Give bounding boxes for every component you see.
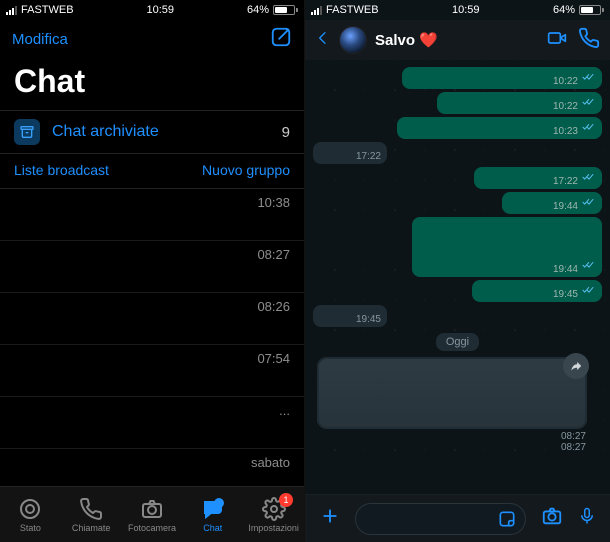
message-time: 19:45 — [356, 314, 381, 325]
forward-icon[interactable] — [563, 353, 589, 379]
signal-icon — [6, 6, 17, 15]
archived-chats-row[interactable]: Chat archiviate 9 — [0, 110, 304, 154]
back-icon[interactable] — [315, 27, 331, 54]
tab-chat[interactable]: Chat — [182, 487, 243, 542]
contact-name[interactable]: Salvo ❤️ — [375, 31, 536, 49]
nav-bar: Modifica — [0, 20, 304, 59]
page-title: Chat — [0, 59, 304, 110]
message-outgoing[interactable]: 19:44 — [313, 192, 602, 214]
chat-row[interactable]: 07:54 — [0, 345, 304, 397]
chat-row-time: 07:54 — [257, 351, 290, 366]
chat-row[interactable]: 10:38 — [0, 189, 304, 241]
signal-icon — [311, 6, 322, 15]
chat-row-time: ... — [279, 403, 290, 418]
tab-chat-label: Chat — [203, 523, 222, 533]
camera-icon[interactable] — [540, 505, 564, 532]
read-ticks-icon — [582, 169, 596, 187]
edit-button[interactable]: Modifica — [12, 31, 68, 48]
tab-camera-label: Fotocamera — [128, 523, 176, 533]
chat-row-time: 10:38 — [257, 195, 290, 210]
clock: 10:59 — [147, 4, 175, 16]
voice-call-icon[interactable] — [578, 27, 600, 54]
chat-row[interactable]: ... — [0, 397, 304, 449]
new-group-link[interactable]: Nuovo gruppo — [202, 162, 290, 178]
tab-status[interactable]: Stato — [0, 487, 61, 542]
archive-icon — [14, 119, 40, 145]
chat-list-screen: FASTWEB 10:59 64% Modifica Chat Chat arc… — [0, 0, 305, 542]
chat-row-time: sabato — [251, 455, 290, 470]
message-outgoing[interactable]: 10:22 — [313, 67, 602, 89]
message-time: 10:23 — [553, 126, 578, 137]
read-ticks-icon — [582, 194, 596, 212]
message-time: 19:44 — [553, 264, 578, 275]
read-ticks-icon — [582, 257, 596, 275]
message-area[interactable]: 10:22 10:22 10:23 17:22 17:22 19:44 19:44 19:45… — [305, 60, 610, 494]
chat-list[interactable]: 10:3808:2708:2607:54...sabatosabato — [0, 189, 304, 486]
status-bar: FASTWEB 10:59 64% — [0, 0, 304, 20]
tab-settings-label: Impostazioni — [248, 523, 299, 533]
message-outgoing[interactable]: 19:44 — [313, 217, 602, 277]
read-ticks-icon — [582, 69, 596, 87]
tab-status-label: Stato — [20, 523, 41, 533]
message-time: 08:27 — [313, 442, 602, 453]
message-incoming[interactable]: 19:45 — [313, 305, 602, 327]
message-time: 10:22 — [553, 101, 578, 112]
message-outgoing[interactable]: 10:22 — [313, 92, 602, 114]
broadcast-lists-link[interactable]: Liste broadcast — [14, 162, 109, 178]
media-message[interactable] — [317, 357, 587, 429]
message-time: 19:45 — [553, 289, 578, 300]
message-time: 17:22 — [553, 176, 578, 187]
chat-row[interactable]: 08:27 — [0, 241, 304, 293]
tab-bar: Stato Chiamate Fotocamera Chat 1 Imposta… — [0, 486, 304, 542]
read-ticks-icon — [582, 282, 596, 300]
battery-percent-label: 64% — [247, 4, 269, 16]
message-time: 19:44 — [553, 201, 578, 212]
settings-badge: 1 — [279, 493, 293, 507]
message-outgoing[interactable]: 19:45 — [313, 280, 602, 302]
chat-row[interactable]: 08:26 — [0, 293, 304, 345]
battery-icon — [579, 5, 604, 15]
avatar[interactable] — [339, 26, 367, 54]
archived-count: 9 — [282, 124, 290, 141]
read-ticks-icon — [582, 94, 596, 112]
day-label: Oggi — [436, 333, 479, 351]
sticker-icon[interactable] — [497, 504, 525, 534]
carrier-label: FASTWEB — [326, 4, 379, 16]
tab-calls-label: Chiamate — [72, 523, 111, 533]
video-call-icon[interactable] — [544, 28, 570, 53]
list-shortcuts-row: Liste broadcast Nuovo gruppo — [0, 154, 304, 189]
message-outgoing[interactable]: 10:23 — [313, 117, 602, 139]
read-ticks-icon — [582, 119, 596, 137]
attach-icon[interactable] — [319, 505, 341, 532]
status-bar: FASTWEB 10:59 64% — [305, 0, 610, 20]
tab-calls[interactable]: Chiamate — [61, 487, 122, 542]
clock: 10:59 — [452, 4, 480, 16]
conversation-header: Salvo ❤️ — [305, 20, 610, 60]
battery-percent-label: 64% — [553, 4, 575, 16]
mic-icon[interactable] — [578, 504, 596, 533]
message-time: 17:22 — [356, 151, 381, 162]
battery-icon — [273, 5, 298, 15]
message-input[interactable] — [355, 503, 526, 535]
chat-row-time: 08:26 — [257, 299, 290, 314]
message-time: 10:22 — [553, 76, 578, 87]
tab-settings[interactable]: 1 Impostazioni — [243, 487, 304, 542]
message-outgoing[interactable]: 17:22 — [313, 167, 602, 189]
compose-icon[interactable] — [270, 26, 292, 53]
archived-label: Chat archiviate — [52, 123, 270, 141]
message-time: 08:27 — [313, 431, 602, 442]
message-input-bar — [305, 494, 610, 542]
chat-row[interactable]: sabato — [0, 449, 304, 486]
chat-row-time: 08:27 — [257, 247, 290, 262]
conversation-screen: FASTWEB 10:59 64% Salvo ❤️ 10:2210:2210:… — [305, 0, 610, 542]
message-incoming[interactable]: 17:22 — [313, 142, 602, 164]
carrier-label: FASTWEB — [21, 4, 74, 16]
tab-camera[interactable]: Fotocamera — [122, 487, 183, 542]
